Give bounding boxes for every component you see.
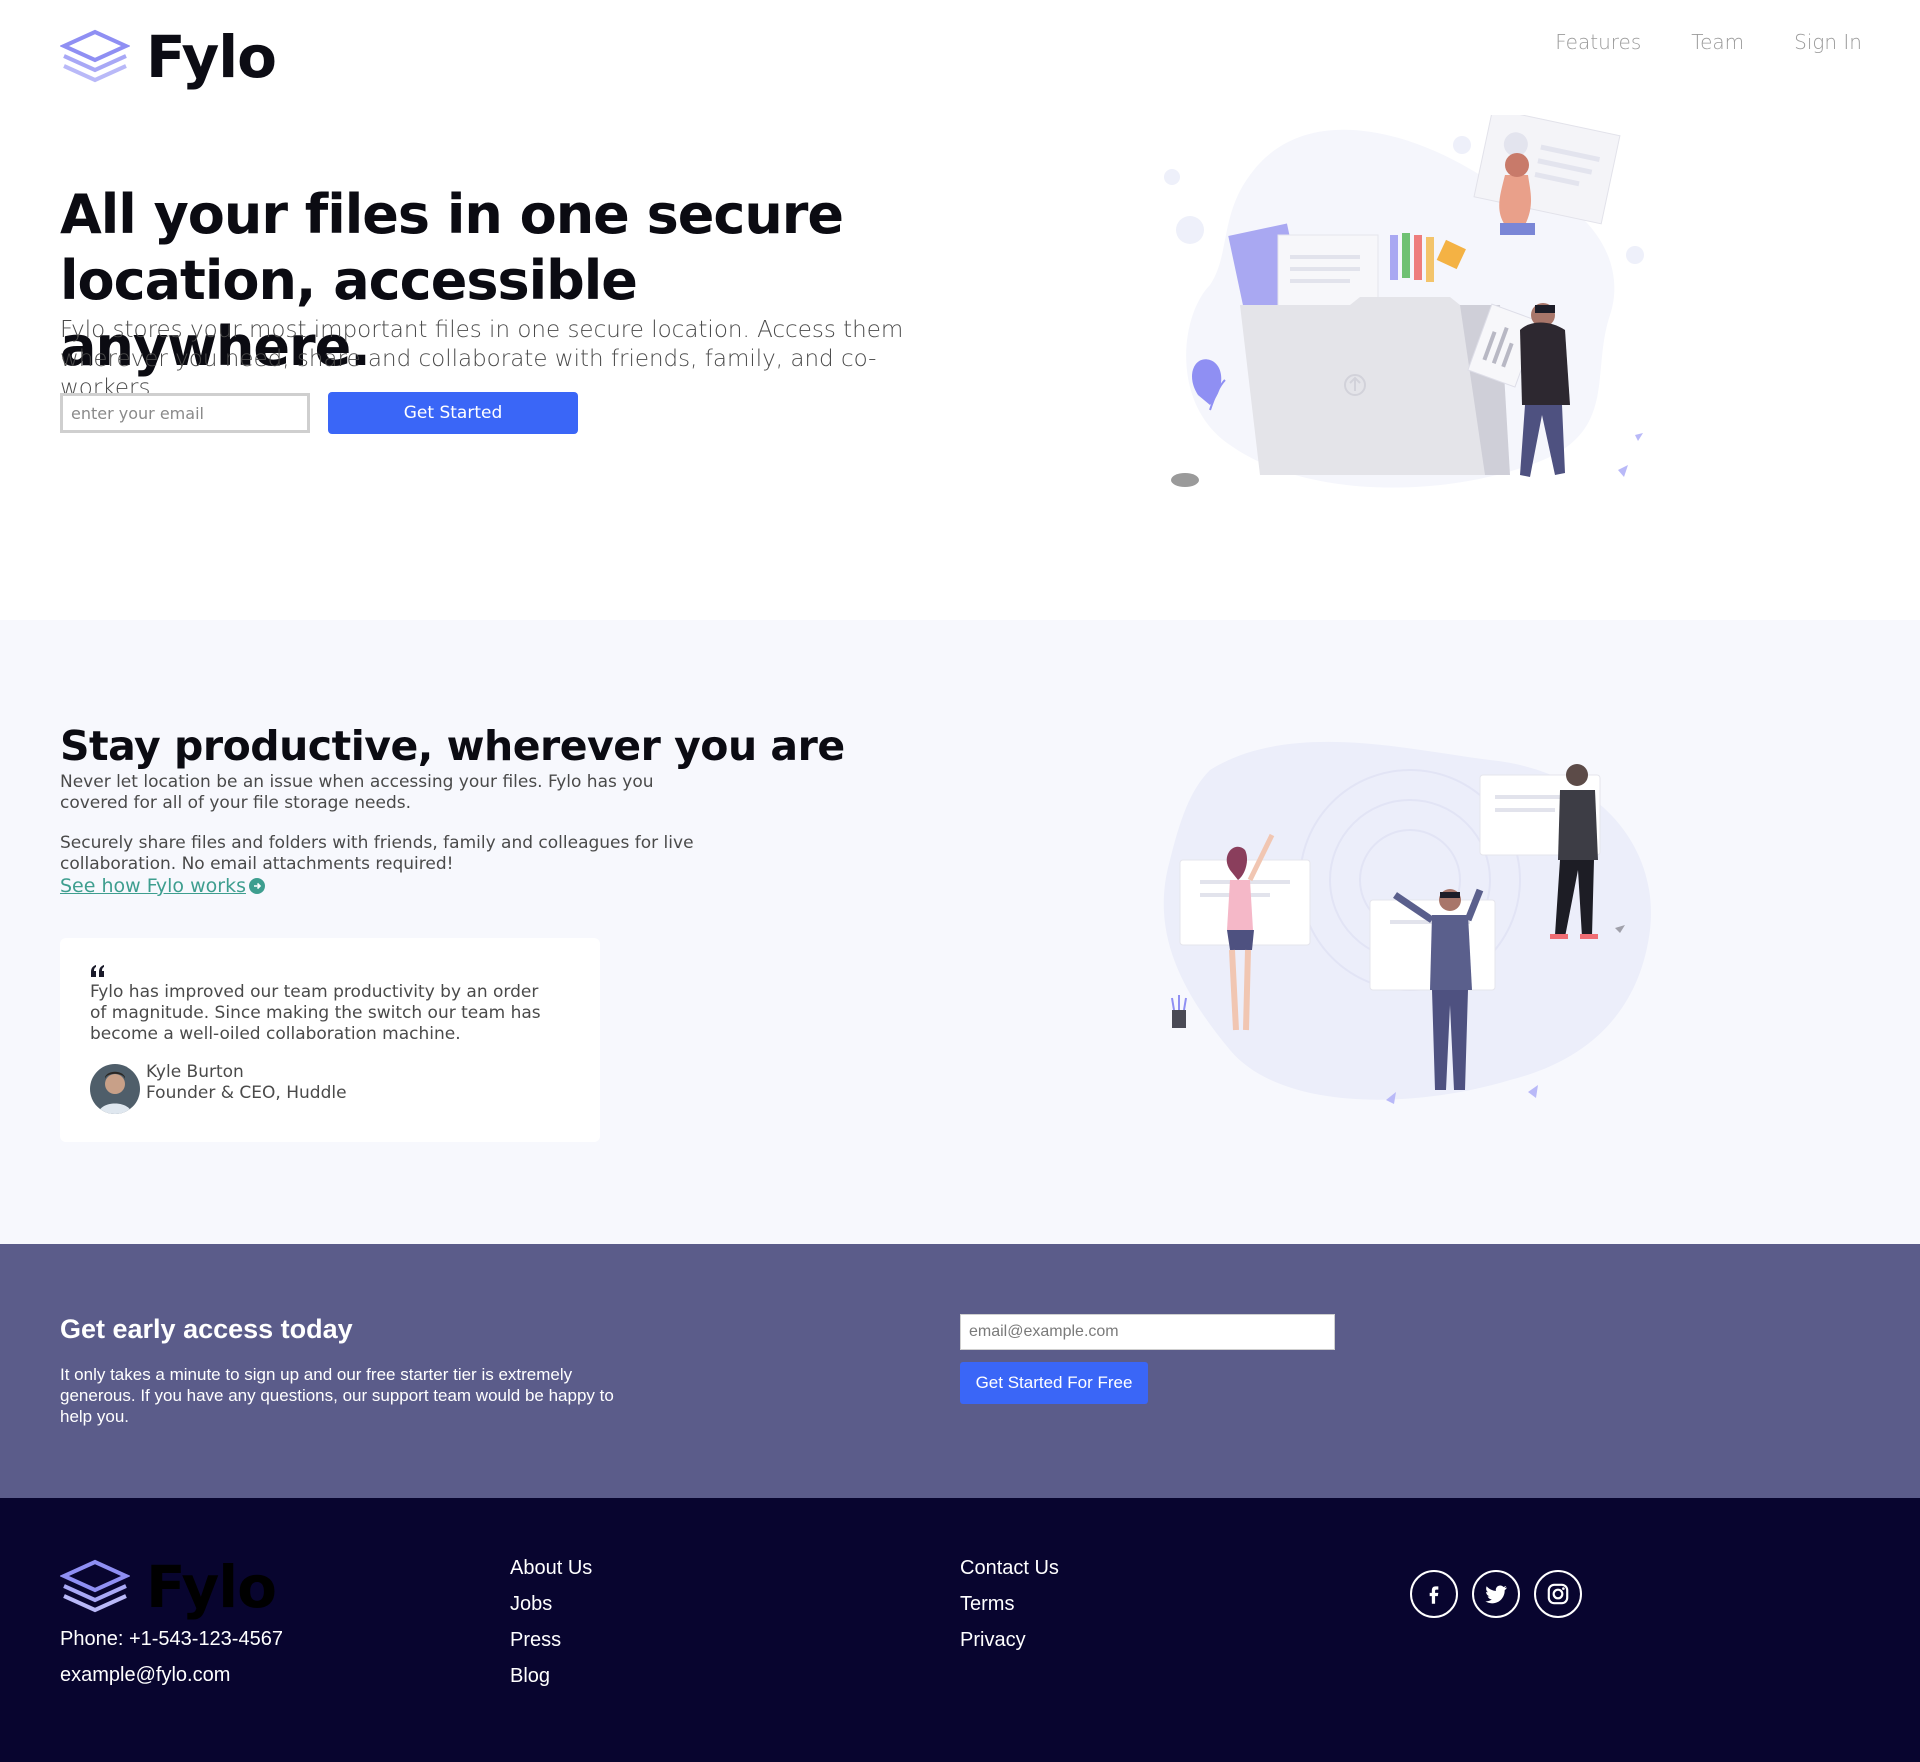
footer-link-contact-us[interactable]: Contact Us: [960, 1556, 1059, 1581]
site-header: Fylo Features Team Sign In: [0, 0, 1920, 120]
productive-paragraph-1: Never let location be an issue when acce…: [60, 772, 654, 813]
avatar: [90, 1064, 140, 1114]
section-curve-divider: [0, 620, 1920, 660]
hero-subtitle: Fylo stores your most important files in…: [60, 317, 904, 401]
main-nav: Features Team Sign In: [1555, 30, 1862, 54]
arrow-right-circle-icon[interactable]: [248, 878, 265, 894]
early-access-title: Get early access today: [60, 1314, 353, 1344]
brand-name: Fylo: [146, 23, 277, 91]
footer-links-col-2: Contact Us Terms Privacy: [960, 1556, 1059, 1653]
early-access-email-input[interactable]: [960, 1314, 1335, 1350]
footer-logo[interactable]: Fylo: [60, 1553, 277, 1621]
footer-link-jobs[interactable]: Jobs: [510, 1592, 592, 1617]
hero-email-input[interactable]: [60, 393, 310, 433]
footer-email[interactable]: example@fylo.com: [60, 1664, 230, 1687]
productive-paragraph-2: Securely share files and folders with fr…: [60, 833, 694, 874]
hero-illustration: [1164, 115, 1644, 488]
footer-link-blog[interactable]: Blog: [510, 1664, 592, 1689]
quote-icon: [91, 965, 104, 977]
avatar-image: [90, 1064, 140, 1114]
twitter-icon: [1485, 1585, 1507, 1604]
facebook-icon: [1429, 1586, 1439, 1604]
layers-logo-icon: [60, 29, 130, 83]
footer-link-privacy[interactable]: Privacy: [960, 1628, 1059, 1653]
nav-features[interactable]: Features: [1555, 30, 1641, 54]
nav-team[interactable]: Team: [1691, 30, 1744, 54]
layers-logo-icon: [60, 1559, 130, 1613]
early-access-section: Get early access today It only takes a m…: [0, 1244, 1920, 1498]
early-access-text: It only takes a minute to sign up and ou…: [60, 1365, 614, 1426]
get-started-free-button[interactable]: Get Started For Free: [960, 1362, 1148, 1404]
see-how-link-wrap: See how Fylo works: [60, 875, 265, 897]
twitter-link[interactable]: [1472, 1570, 1520, 1618]
footer-brand-name: Fylo: [146, 1553, 277, 1621]
footer-link-terms[interactable]: Terms: [960, 1592, 1059, 1617]
productive-title: Stay productive, wherever you are: [60, 722, 845, 770]
footer-phone: Phone: +1-543-123-4567: [60, 1628, 283, 1650]
nav-sign-in[interactable]: Sign In: [1794, 30, 1862, 54]
see-how-fylo-works-link[interactable]: See how Fylo works: [60, 875, 246, 897]
social-links: [1410, 1570, 1582, 1618]
brand-logo[interactable]: Fylo: [60, 23, 277, 91]
productive-illustration: [1163, 741, 1651, 1104]
facebook-link[interactable]: [1410, 1570, 1458, 1618]
get-started-button[interactable]: Get Started: [328, 392, 578, 434]
footer-link-about-us[interactable]: About Us: [510, 1556, 592, 1581]
footer-links-col-1: About Us Jobs Press Blog: [510, 1556, 592, 1689]
instagram-link[interactable]: [1534, 1570, 1582, 1618]
testimonial-quote: Fylo has improved our team productivity …: [90, 982, 541, 1044]
site-footer: Fylo Phone: +1-543-123-4567 example@fylo…: [0, 1498, 1920, 1762]
instagram-icon: [1547, 1583, 1569, 1605]
testimonial-card: Fylo has improved our team productivity …: [60, 938, 600, 1142]
footer-link-press[interactable]: Press: [510, 1628, 592, 1653]
testimonial-name: Kyle Burton: [146, 1062, 244, 1082]
testimonial-role: Founder & CEO, Huddle: [146, 1083, 347, 1103]
